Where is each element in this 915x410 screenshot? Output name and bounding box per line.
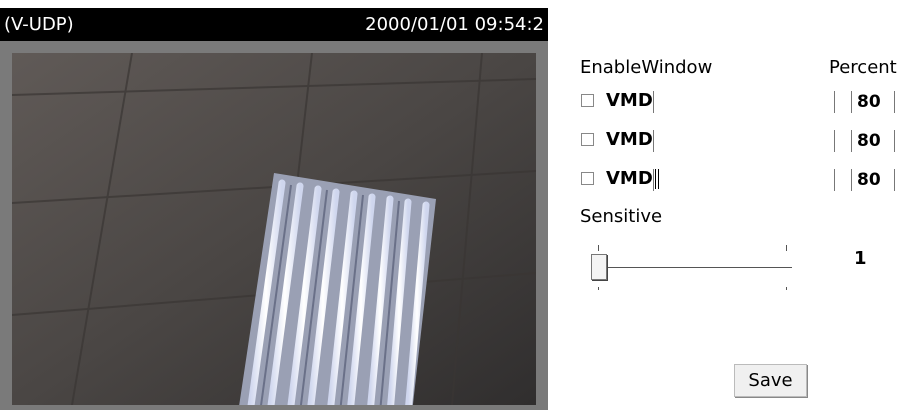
vmd-2-percent-field[interactable]: 80 — [851, 130, 895, 152]
vmd-3-enable-checkbox[interactable] — [581, 172, 594, 185]
vmd-3-window-field[interactable] — [653, 169, 835, 191]
video-timestamp: 2000/01/01 09:54:2 — [365, 14, 544, 35]
sensitivity-slider[interactable] — [588, 242, 798, 298]
stream-mode-label: (V-UDP) — [4, 14, 74, 35]
vmd-3-label: VMD — [606, 168, 653, 189]
vmd-2-label: VMD — [606, 129, 653, 150]
vmd-row-1: VMD 80 — [580, 89, 910, 115]
vmd-3-percent-field[interactable]: 80 — [851, 169, 895, 191]
video-frame — [0, 41, 548, 410]
slider-tick-max — [786, 245, 787, 251]
video-header-bar: (V-UDP) 2000/01/01 09:54:2 — [0, 8, 548, 41]
motion-detection-panel: EnableWindow Percent VMD 80 VMD 80 VMD 8… — [570, 0, 915, 410]
camera-scene — [12, 53, 536, 405]
vmd-1-label: VMD — [606, 90, 653, 111]
vmd-row-3: VMD 80 — [580, 167, 910, 193]
vmd-1-enable-checkbox[interactable] — [581, 94, 594, 107]
percent-header: Percent — [829, 57, 897, 78]
vmd-row-2: VMD 80 — [580, 128, 910, 154]
slider-tick-max-bottom — [786, 287, 787, 290]
sensitivity-value: 1 — [854, 248, 867, 269]
slider-tick-min — [598, 245, 599, 251]
video-panel: (V-UDP) 2000/01/01 09:54:2 — [0, 8, 548, 410]
camera-live-view[interactable] — [12, 53, 536, 405]
text-cursor — [655, 169, 659, 189]
slider-track — [592, 267, 792, 268]
save-button[interactable]: Save — [734, 364, 807, 397]
slider-tick-min-bottom — [598, 287, 599, 290]
sensitive-label: Sensitive — [580, 206, 663, 227]
vmd-2-window-field[interactable] — [653, 130, 835, 152]
slider-thumb[interactable] — [591, 254, 607, 280]
enable-window-header: EnableWindow — [580, 57, 713, 78]
vmd-1-window-field[interactable] — [653, 91, 835, 113]
vmd-1-percent-field[interactable]: 80 — [851, 91, 895, 113]
vmd-2-enable-checkbox[interactable] — [581, 133, 594, 146]
